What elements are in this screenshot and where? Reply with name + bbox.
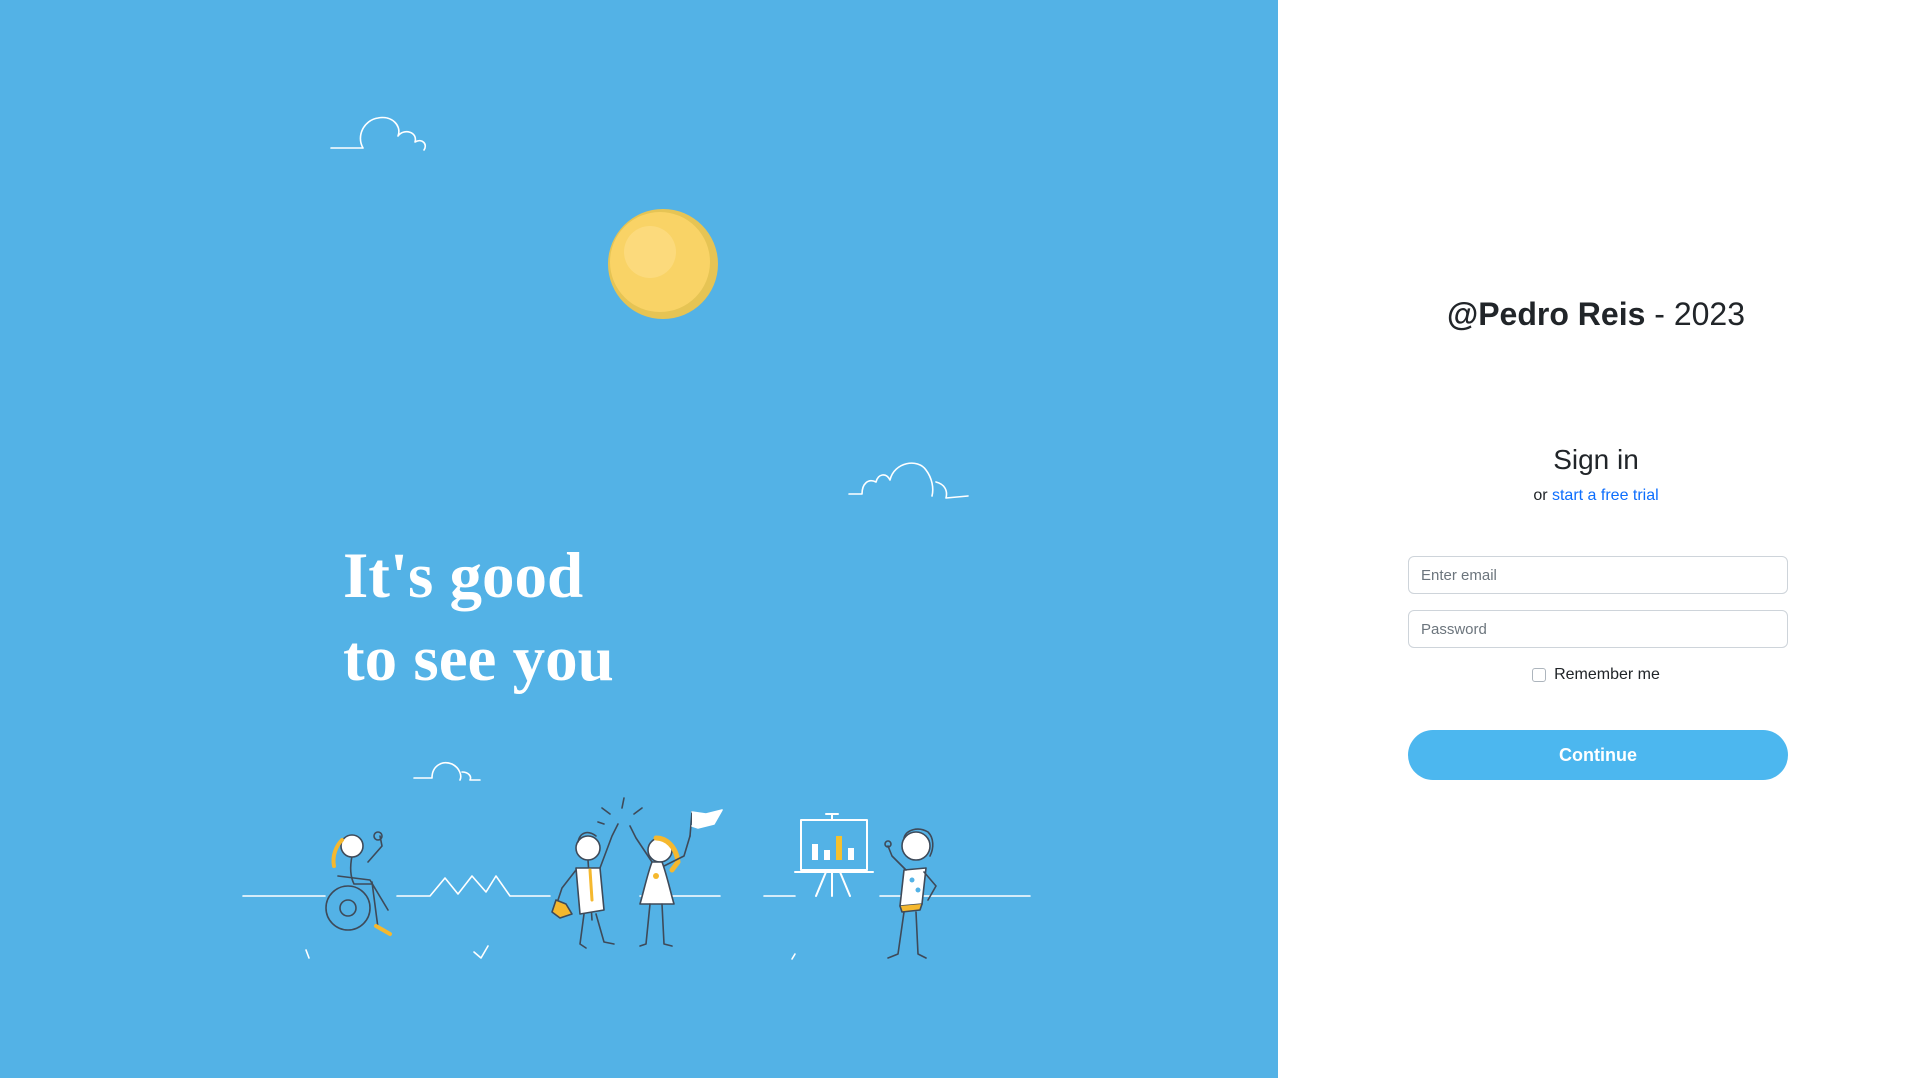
email-field[interactable] [1408, 556, 1788, 594]
people-celebrating-illustration [242, 116, 1031, 960]
presenter-person [884, 828, 937, 959]
sun-icon [608, 209, 718, 319]
remember-me-checkbox[interactable] [1532, 668, 1547, 682]
brand-title: @Pedro Reis - 2023 [1278, 296, 1914, 333]
bar-chart-board-icon [794, 813, 874, 897]
remember-me-control[interactable]: Remember me [1532, 666, 1660, 684]
cloud-icon [413, 762, 481, 781]
signin-title: Sign in [1553, 444, 1639, 475]
remember-me-row: Remember me [1278, 666, 1914, 687]
signin-panel: @Pedro Reis - 2023 Sign in or start a fr… [1278, 0, 1914, 1078]
free-trial-link[interactable]: start a free trial [1552, 487, 1659, 504]
free-trial-prefix: or [1533, 487, 1552, 504]
ground-line [396, 875, 551, 897]
welcome-headline: It's good to see you [343, 535, 614, 701]
remember-me-label: Remember me [1554, 666, 1660, 683]
brand-year: 2023 [1673, 296, 1745, 332]
password-field[interactable] [1408, 610, 1788, 648]
brand-name: @Pedro Reis [1447, 296, 1646, 332]
brand-separator: - [1645, 296, 1674, 332]
cloud-icon [848, 462, 969, 499]
free-trial-line: or start a free trial [1278, 487, 1914, 505]
high-five-people [551, 797, 723, 949]
headline-line-1: It's good [343, 540, 584, 612]
cloud-icon [330, 116, 427, 151]
headline-line-2: to see you [343, 623, 614, 695]
wheelchair-person [325, 831, 392, 936]
continue-button[interactable]: Continue [1408, 730, 1788, 780]
hero-panel: It's good to see you [0, 0, 1278, 1078]
